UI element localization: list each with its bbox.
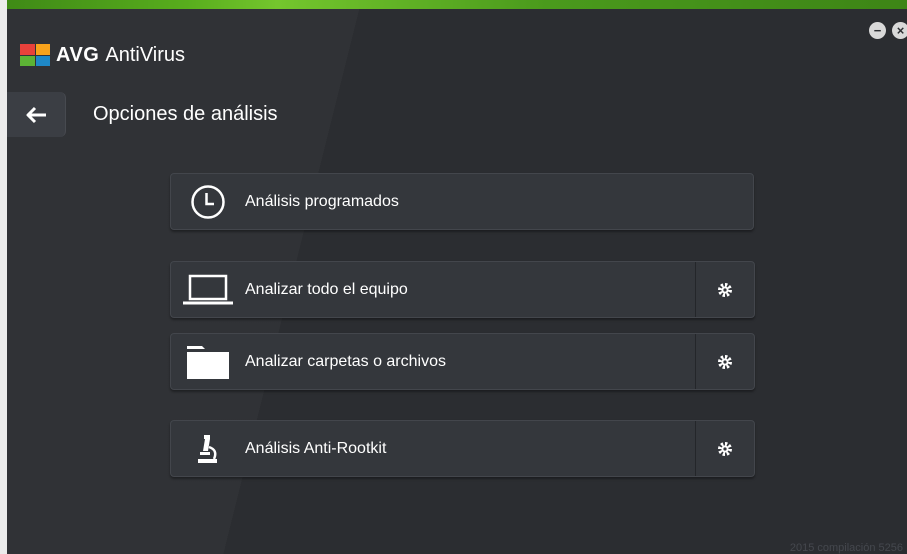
app-window: AVG AntiVirus − × Opciones de análisis An… <box>0 0 907 554</box>
minimize-icon: − <box>873 23 882 38</box>
scheduled-scans-row: Análisis programados <box>170 173 754 230</box>
clock-icon-wrap <box>171 174 245 229</box>
scan-computer-label: Analizar todo el equipo <box>245 280 408 298</box>
back-button[interactable] <box>7 92 66 137</box>
app-title: AVG AntiVirus <box>56 44 185 67</box>
microscope-icon-wrap <box>171 421 245 476</box>
scan-folders-settings-button[interactable] <box>695 334 754 389</box>
gear-icon <box>718 282 732 297</box>
scheduled-scans-label: Análisis programados <box>245 192 399 210</box>
folder-icon-wrap <box>171 334 245 389</box>
scan-computer-row: Analizar todo el equipo <box>170 261 755 318</box>
window-left-edge <box>0 0 7 554</box>
scan-folders-row: Analizar carpetas o archivos <box>170 333 755 390</box>
scan-folders-label: Analizar carpetas o archivos <box>245 352 446 370</box>
page-title: Opciones de análisis <box>93 103 278 125</box>
clock-icon <box>191 184 225 219</box>
scheduled-scans-button[interactable]: Análisis programados <box>171 174 753 229</box>
arrow-left-icon <box>26 106 46 123</box>
microscope-icon <box>198 434 217 463</box>
close-button[interactable]: × <box>892 22 907 39</box>
scan-computer-settings-button[interactable] <box>695 262 754 317</box>
gear-icon <box>718 441 732 456</box>
anti-rootkit-row: Análisis Anti-Rootkit <box>170 420 755 477</box>
app-title-bar: AVG AntiVirus <box>20 40 185 70</box>
close-icon: × <box>896 23 905 38</box>
build-version: 2015 compilación 5256 <box>789 542 903 554</box>
anti-rootkit-settings-button[interactable] <box>695 421 754 476</box>
avg-logo-icon <box>20 44 50 66</box>
scan-computer-button[interactable]: Analizar todo el equipo <box>171 262 695 317</box>
laptop-icon-wrap <box>171 262 245 317</box>
folder-icon <box>187 345 229 379</box>
scan-folders-button[interactable]: Analizar carpetas o archivos <box>171 334 695 389</box>
laptop-icon <box>183 274 233 304</box>
app-name: AntiVirus <box>105 43 186 66</box>
anti-rootkit-label: Análisis Anti-Rootkit <box>245 439 387 457</box>
app-brand: AVG <box>56 43 100 66</box>
status-strip <box>7 0 907 9</box>
anti-rootkit-button[interactable]: Análisis Anti-Rootkit <box>171 421 695 476</box>
minimize-button[interactable]: − <box>869 22 886 39</box>
gear-icon <box>718 354 732 369</box>
